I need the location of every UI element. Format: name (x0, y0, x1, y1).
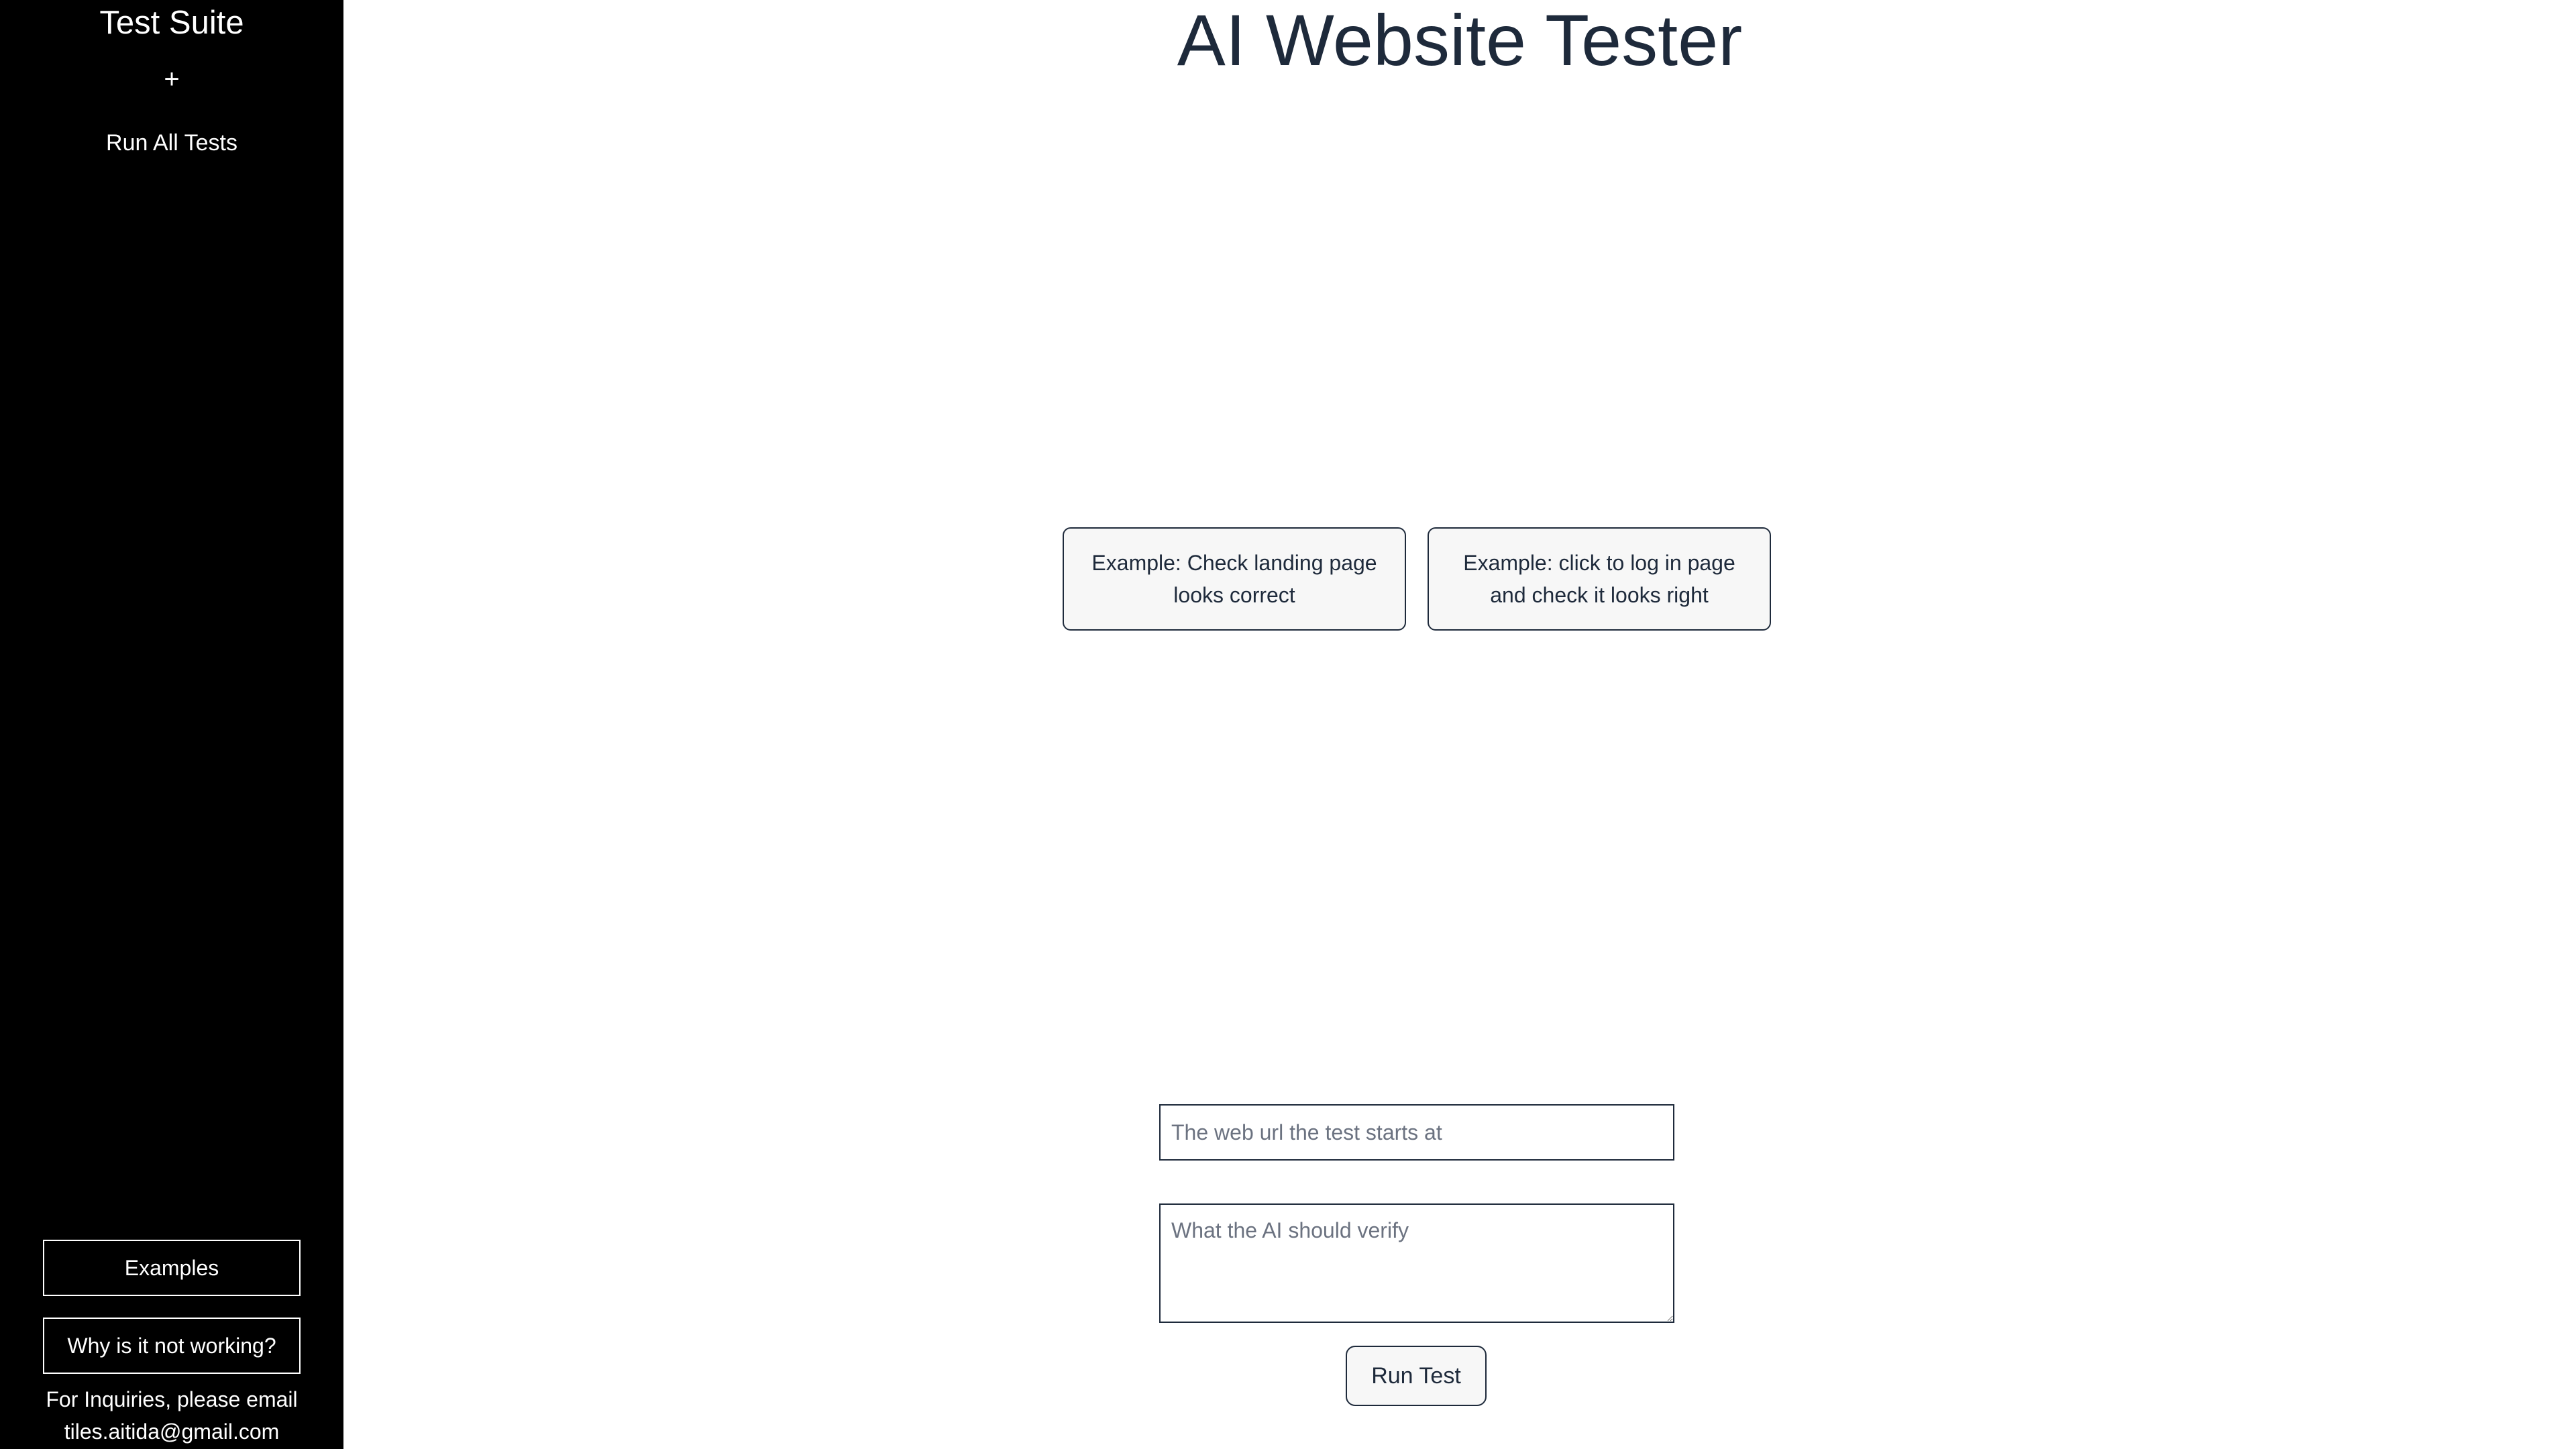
example-prompts: Example: Check landing page looks correc… (1063, 527, 1771, 631)
add-test-button[interactable]: + (0, 59, 343, 99)
why-not-working-button[interactable]: Why is it not working? (43, 1318, 301, 1374)
example-card-label: Example: Check landing page looks correc… (1091, 551, 1377, 607)
inquiries-text: For Inquiries, please email (46, 1387, 298, 1411)
example-card-landing[interactable]: Example: Check landing page looks correc… (1063, 527, 1406, 631)
run-all-tests-button[interactable]: Run All Tests (0, 126, 343, 160)
verify-textarea[interactable] (1159, 1203, 1674, 1323)
inquiries-footer: For Inquiries, please email tiles.aitida… (0, 1383, 343, 1448)
example-card-login[interactable]: Example: click to log in page and check … (1428, 527, 1771, 631)
page-title: AI Website Tester (1177, 0, 1743, 80)
examples-button[interactable]: Examples (43, 1240, 301, 1296)
example-card-label: Example: click to log in page and check … (1463, 551, 1735, 607)
run-test-button[interactable]: Run Test (1346, 1346, 1487, 1406)
sidebar: Test Suite + Run All Tests Examples Why … (0, 0, 343, 1449)
inquiries-email: tiles.aitida@gmail.com (64, 1419, 280, 1444)
sidebar-title: Test Suite (99, 5, 244, 41)
url-input[interactable] (1159, 1104, 1674, 1161)
